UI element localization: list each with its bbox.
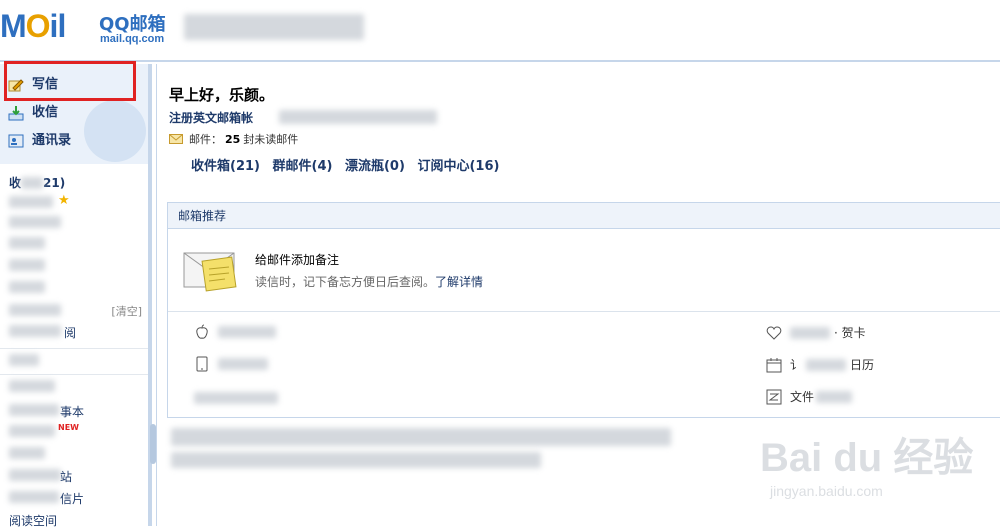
- inbox-download-icon: [8, 105, 24, 121]
- recommend-description: 读信时，记下备忘方便日后查阅。了解详情: [255, 273, 483, 290]
- compose-highlight-box: [4, 61, 136, 101]
- blurred-folder-text: [21, 177, 44, 189]
- recommend-panel: 邮箱推荐 给邮件添加备注 读信时，记下备忘方便日后查阅。了解详情 · 贺卡 讠 …: [167, 202, 1000, 418]
- folder-station[interactable]: 站: [60, 468, 72, 485]
- file-transfer-prefix: 文件: [790, 390, 815, 404]
- blurred-footer-line-2: [171, 452, 541, 468]
- blurred-file-text: [816, 390, 853, 403]
- blurred-folder-15: [9, 491, 59, 503]
- blurred-folder-14: [9, 469, 61, 481]
- folder-subscribe[interactable]: 阅: [64, 324, 76, 341]
- panel-divider: [168, 311, 1000, 312]
- tool-greeting-card[interactable]: · 贺卡: [766, 324, 866, 341]
- folder-memo[interactable]: 事本: [60, 403, 84, 420]
- tablet-icon: [194, 356, 210, 372]
- file-transfer-icon: [766, 389, 782, 405]
- blurred-footer-line-1: [171, 428, 671, 446]
- folder-separator: [0, 374, 148, 375]
- folder-inbox[interactable]: 收 21): [9, 174, 65, 191]
- recommend-title: 给邮件添加备注: [255, 253, 340, 267]
- blurred-folder-6: [9, 281, 45, 293]
- blurred-tablet-text: [218, 358, 268, 370]
- link-subscription-center[interactable]: 订阅中心(16): [417, 159, 499, 174]
- tool-calendar[interactable]: 讠 日历: [766, 356, 874, 373]
- folder-inbox-count: 21): [43, 176, 66, 190]
- blurred-folder-12: [9, 425, 55, 437]
- folder-reading-space[interactable]: 阅读空间: [9, 512, 57, 529]
- blurred-calendar-text: [806, 358, 847, 371]
- apple-icon: [194, 324, 210, 340]
- blurred-folder-3: [9, 216, 61, 228]
- blurred-folder-5: [9, 259, 45, 271]
- mail-label: 邮件：: [189, 133, 222, 146]
- blurred-folder-4: [9, 237, 45, 249]
- blurred-folder-13: [9, 447, 45, 459]
- blurred-folder-10: [9, 380, 55, 392]
- greeting-text: 早上好，乐颜。: [169, 86, 275, 104]
- clear-trash-link[interactable]: [清空]: [111, 303, 142, 319]
- blurred-register-text: [279, 110, 437, 124]
- envelope-icon: [169, 134, 183, 144]
- blurred-tool-text: [194, 392, 278, 404]
- greeting-card-label: · 贺卡: [834, 326, 866, 340]
- qq-mail-logo[interactable]: MOil: [0, 8, 66, 45]
- star-icon: ★: [58, 193, 70, 208]
- register-link-label: 注册英文邮箱帐: [169, 111, 254, 125]
- mail-unread-label[interactable]: 封未读邮件: [243, 131, 298, 147]
- calendar-label: 日历: [850, 358, 875, 372]
- inbox-label: 收信: [32, 105, 59, 120]
- blurred-folder-star: [9, 196, 53, 208]
- envelope-note-icon: [182, 243, 242, 297]
- link-group-mail[interactable]: 群邮件(4): [273, 159, 333, 174]
- tool-tablet[interactable]: [194, 356, 268, 372]
- contacts-label: 通讯录: [32, 133, 72, 148]
- logo-url-text: mail.qq.com: [100, 33, 165, 45]
- left-sidebar: 写信 收信 通讯录 收 21) ★ [清空] 阅 事本 NEW 站 信片 阅读空…: [0, 61, 152, 529]
- unread-mail-count: 邮件： 25 封未读邮件: [169, 131, 298, 147]
- folder-postcard[interactable]: 信片: [60, 490, 84, 507]
- new-badge: NEW: [58, 423, 79, 432]
- link-inbox[interactable]: 收件箱(21): [191, 159, 260, 174]
- register-english-link[interactable]: 注册英文邮箱帐: [169, 109, 253, 126]
- inbox-button[interactable]: 收信: [8, 102, 58, 124]
- blurred-card-text: [790, 326, 830, 339]
- link-drift-bottle[interactable]: 漂流瓶(0): [345, 159, 405, 174]
- learn-more-link[interactable]: 了解详情: [435, 275, 483, 289]
- contacts-card-icon: [8, 133, 24, 149]
- recommend-desc-text: 读信时，记下备忘方便日后查阅。: [255, 275, 436, 289]
- blurred-apple-text: [218, 326, 276, 338]
- heart-icon: [766, 325, 782, 341]
- top-bar: MOil QQ邮箱 mail.qq.com: [0, 0, 1000, 62]
- blurred-account-name: [184, 14, 364, 40]
- tool-file-transfer[interactable]: 文件: [766, 388, 853, 405]
- folder-separator: [0, 348, 148, 349]
- watermark-logo-text: Bai du 经验: [760, 436, 974, 480]
- calendar-icon: [766, 357, 782, 373]
- mail-count-number: 25: [225, 132, 241, 146]
- folder-quick-links: 收件箱(21) 群邮件(4) 漂流瓶(0) 订阅中心(16): [191, 155, 507, 174]
- recommend-header: 邮箱推荐: [168, 203, 1000, 229]
- watermark-url-text: jingyan.baidu.com: [770, 483, 883, 499]
- blurred-folder-11: [9, 404, 59, 416]
- tool-apple[interactable]: [194, 324, 276, 340]
- baidu-jingyan-watermark: Bai du 经验 jingyan.baidu.com: [760, 425, 990, 515]
- calendar-prefix: 讠: [790, 358, 803, 372]
- blurred-folder-9: [9, 354, 39, 366]
- folder-list: 收 21) ★ [清空] 阅 事本 NEW 站 信片 阅读空间: [0, 164, 148, 529]
- penguin-watermark: [84, 100, 146, 162]
- blurred-folder-7: [9, 304, 61, 316]
- blurred-folder-8: [9, 325, 61, 337]
- contacts-button[interactable]: 通讯录: [8, 130, 71, 152]
